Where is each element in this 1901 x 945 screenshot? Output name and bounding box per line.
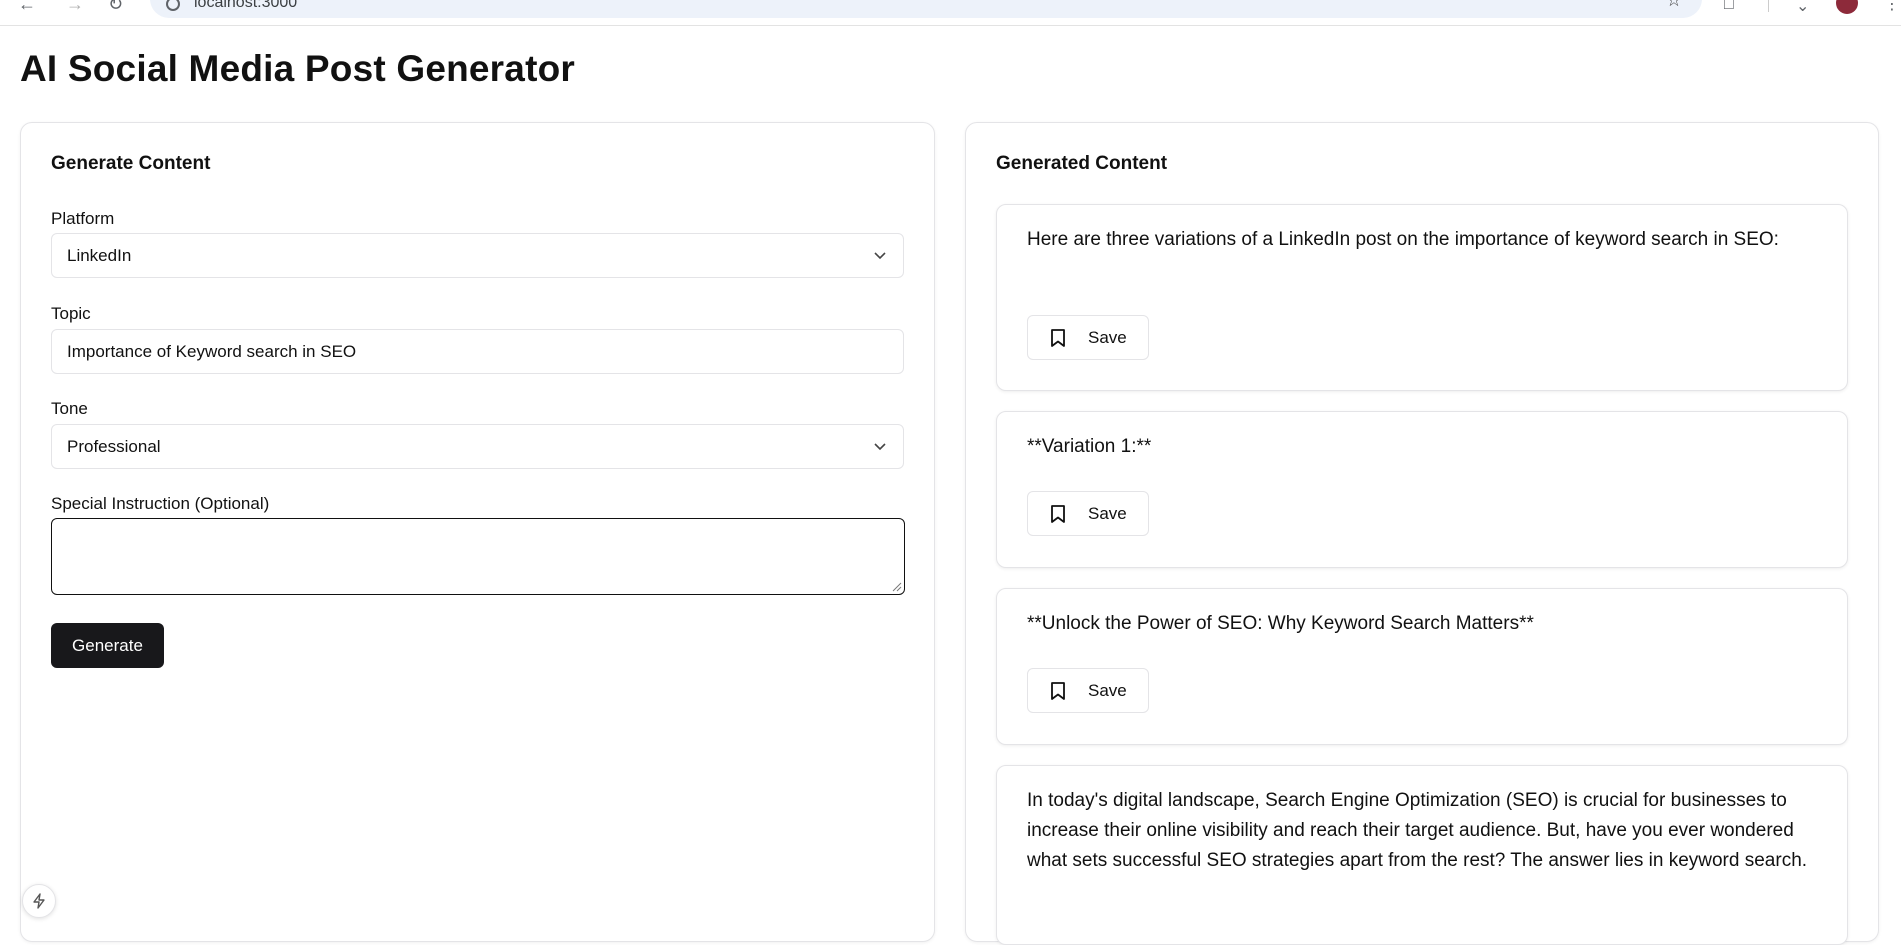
generated-post: Here are three variations of a LinkedIn … (996, 204, 1848, 391)
chevron-down-icon (874, 252, 886, 260)
bookmark-icon (1051, 329, 1065, 347)
save-button[interactable]: Save (1027, 668, 1149, 713)
generated-post: **Variation 1:** Save (996, 411, 1848, 568)
lightning-icon (33, 893, 45, 909)
reload-icon[interactable]: ↻ (108, 0, 123, 15)
generated-post-text: **Unlock the Power of SEO: Why Keyword S… (1027, 613, 1534, 634)
chevron-down-icon (874, 443, 886, 451)
generated-content-card: Generated Content Here are three variati… (965, 122, 1879, 945)
save-button-label: Save (1088, 328, 1127, 347)
forward-arrow-icon[interactable]: → (66, 0, 84, 15)
platform-label: Platform (51, 209, 115, 228)
site-info-icon[interactable] (166, 0, 180, 11)
address-bar-url[interactable]: localhost:3000 (194, 0, 297, 12)
tone-label: Tone (51, 399, 88, 418)
browser-menu-icon[interactable]: ⋮ (1884, 0, 1900, 14)
toolbar-divider (1768, 0, 1769, 12)
topic-input-value: Importance of Keyword search in SEO (67, 342, 357, 361)
bookmark-icon (1051, 505, 1065, 523)
back-arrow-icon[interactable]: ← (18, 0, 36, 15)
special-instruction-label: Special Instruction (Optional) (51, 494, 270, 513)
bookmark-icon (1051, 682, 1065, 700)
generated-post: **Unlock the Power of SEO: Why Keyword S… (996, 588, 1848, 745)
generated-post: In today's digital landscape, Search Eng… (996, 765, 1848, 945)
generated-post-text: Here are three variations of a LinkedIn … (1027, 229, 1779, 250)
special-instruction-textarea[interactable] (51, 518, 905, 595)
generate-content-card: Generate Content Platform LinkedIn Topic… (20, 122, 935, 942)
downloads-icon[interactable]: ⌄ (1796, 0, 1809, 16)
save-button[interactable]: Save (1027, 491, 1149, 536)
save-button-label: Save (1088, 681, 1127, 700)
platform-select-value: LinkedIn (67, 246, 132, 265)
dev-tools-indicator[interactable] (22, 884, 56, 918)
save-button-label: Save (1088, 504, 1127, 523)
profile-avatar[interactable] (1836, 0, 1858, 14)
generated-content-heading: Generated Content (996, 153, 1168, 174)
generate-content-heading: Generate Content (51, 153, 211, 174)
platform-select[interactable]: LinkedIn (51, 233, 904, 278)
browser-toolbar: ← → ↻ localhost:3000 ☆ □ ⌄ ⋮ (0, 0, 1901, 26)
page-title: AI Social Media Post Generator (20, 48, 575, 89)
generated-post-text: **Variation 1:** (1027, 436, 1152, 457)
extensions-icon[interactable]: □ (1724, 0, 1734, 14)
tone-select[interactable]: Professional (51, 424, 904, 469)
save-button[interactable]: Save (1027, 315, 1149, 360)
topic-label: Topic (51, 304, 91, 323)
topic-input[interactable]: Importance of Keyword search in SEO (51, 329, 904, 374)
address-bar[interactable]: localhost:3000 ☆ (150, 0, 1702, 18)
resize-handle-icon[interactable] (892, 582, 902, 592)
bookmark-star-icon[interactable]: ☆ (1666, 0, 1682, 11)
generated-post-text: In today's digital landscape, Search Eng… (1027, 790, 1808, 871)
generate-button[interactable]: Generate (51, 623, 164, 668)
tone-select-value: Professional (67, 437, 161, 456)
